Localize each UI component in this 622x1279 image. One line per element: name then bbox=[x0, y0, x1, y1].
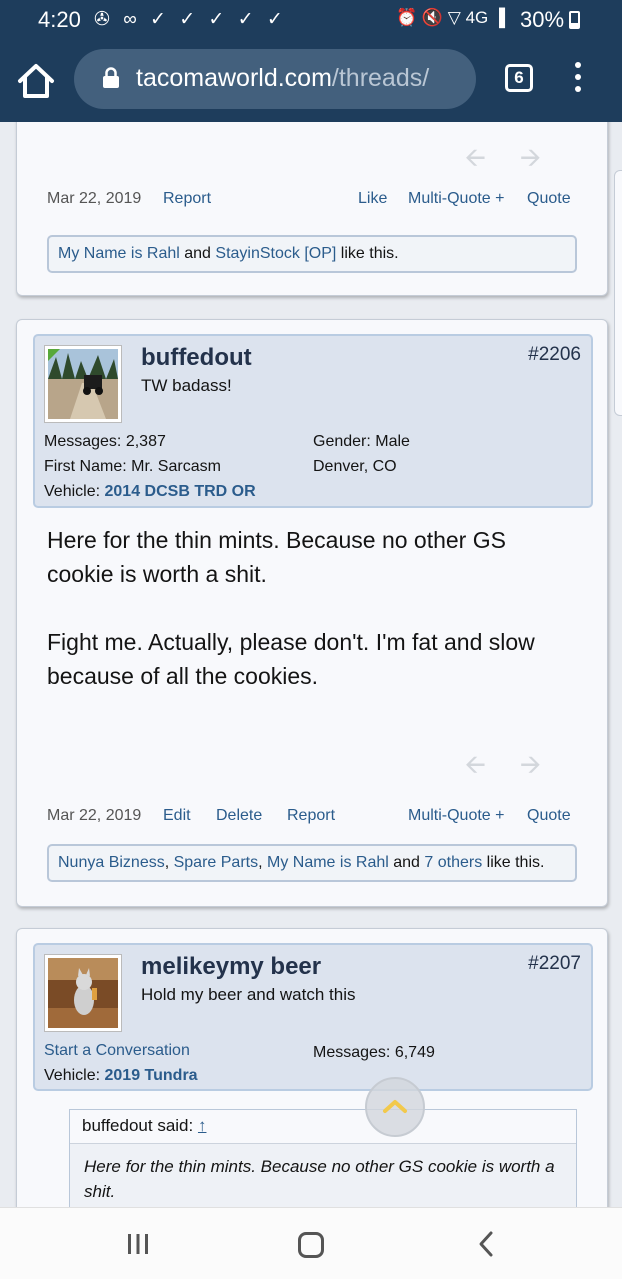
lock-icon bbox=[102, 67, 120, 89]
post-number-link[interactable]: #2206 bbox=[528, 344, 581, 366]
system-status-icons: ⏰ 🔇 ▽ 4G ▐ bbox=[396, 8, 506, 27]
stat-value: Mr. Sarcasm bbox=[131, 458, 221, 475]
post-card: buffedout TW badass! #2206 Messages: 2,3… bbox=[16, 319, 608, 907]
liker-link[interactable]: My Name is Rahl bbox=[58, 245, 180, 262]
likes-summary: My Name is Rahl and StayinStock [OP] lik… bbox=[47, 235, 577, 273]
arrow-left-icon[interactable]: 🡨 bbox=[465, 142, 520, 172]
url-path: /threads/ bbox=[331, 64, 430, 92]
liker-link[interactable]: Nunya Bizness bbox=[58, 854, 165, 871]
overflow-menu-icon[interactable] bbox=[570, 62, 586, 98]
arrow-right-icon[interactable]: 🡪 bbox=[520, 749, 575, 779]
user-stat-gender: Gender: Male bbox=[313, 433, 410, 451]
delete-link[interactable]: Delete bbox=[216, 807, 262, 825]
quote-text: Here for the thin mints. Because no othe… bbox=[84, 1157, 555, 1201]
stat-value: 2,387 bbox=[125, 433, 166, 450]
likes-text: and bbox=[179, 245, 216, 262]
stat-label: Vehicle: bbox=[44, 483, 101, 500]
stat-label: Vehicle: bbox=[44, 1067, 101, 1084]
post-footer: Mar 22, 2019 Edit Delete Report Multi-Qu… bbox=[47, 807, 573, 829]
vehicle-link[interactable]: 2019 Tundra bbox=[105, 1067, 198, 1084]
stat-value: 6,749 bbox=[394, 1044, 435, 1061]
home-nav-icon[interactable] bbox=[298, 1232, 324, 1258]
quoted-post: buffedout said: ↑ Here for the thin mint… bbox=[69, 1109, 577, 1207]
quote-link[interactable]: Quote bbox=[527, 190, 571, 208]
user-info-block: melikeymy beer Hold my beer and watch th… bbox=[33, 943, 593, 1091]
thread-content[interactable]: 🡨🡪 Mar 22, 2019 Report Like Multi-Quote … bbox=[0, 122, 622, 1207]
post-nav-arrows[interactable]: 🡨🡪 bbox=[465, 746, 575, 790]
post-footer: Mar 22, 2019 Report Like Multi-Quote + Q… bbox=[47, 190, 573, 212]
user-title: TW badass! bbox=[141, 376, 232, 395]
user-stat-vehicle: Vehicle: 2014 DCSB TRD OR bbox=[44, 483, 256, 501]
user-stat-messages: Messages: 2,387 bbox=[44, 433, 166, 451]
url-text: tacomaworld.com/threads/ bbox=[136, 64, 429, 93]
tab-switcher-button[interactable]: 6 bbox=[505, 64, 533, 92]
likes-text: , bbox=[164, 854, 174, 871]
likes-text: and bbox=[388, 854, 425, 871]
multiquote-link[interactable]: Multi-Quote + bbox=[408, 807, 504, 825]
user-info-block: buffedout TW badass! #2206 Messages: 2,3… bbox=[33, 334, 593, 508]
stat-label: Messages: bbox=[44, 433, 122, 450]
avatar[interactable] bbox=[44, 345, 122, 423]
report-link[interactable]: Report bbox=[163, 190, 211, 208]
stat-label: First Name: bbox=[44, 458, 127, 475]
home-icon[interactable] bbox=[16, 62, 56, 100]
start-conversation-label[interactable]: Start a Conversation bbox=[44, 1042, 190, 1059]
browser-toolbar: tacomaworld.com/threads/ 6 bbox=[0, 42, 622, 122]
likes-others-link[interactable]: 7 others bbox=[424, 854, 482, 871]
edit-link[interactable]: Edit bbox=[163, 807, 191, 825]
quote-jump-icon[interactable]: ↑ bbox=[198, 1116, 207, 1135]
sidebar-peek bbox=[614, 170, 622, 416]
post-paragraph: Fight me. Actually, please don't. I'm fa… bbox=[47, 629, 535, 689]
scroll-to-top-button[interactable] bbox=[365, 1077, 425, 1137]
post-card: 🡨🡪 Mar 22, 2019 Report Like Multi-Quote … bbox=[16, 122, 608, 296]
stat-label: Gender: bbox=[313, 433, 371, 450]
report-link[interactable]: Report bbox=[287, 807, 335, 825]
username-link[interactable]: buffedout bbox=[141, 344, 252, 372]
status-time: 4:20 bbox=[38, 7, 81, 32]
quote-header: buffedout said: ↑ bbox=[70, 1110, 576, 1144]
likes-summary: Nunya Bizness, Spare Parts, My Name is R… bbox=[47, 844, 577, 882]
quote-link[interactable]: Quote bbox=[527, 807, 571, 825]
user-location: Denver, CO bbox=[313, 458, 397, 475]
liker-link[interactable]: My Name is Rahl bbox=[267, 854, 389, 871]
system-nav-bar bbox=[0, 1207, 622, 1279]
post-date: Mar 22, 2019 bbox=[47, 190, 142, 207]
post-date: Mar 22, 2019 bbox=[47, 807, 142, 824]
stat-value: Male bbox=[375, 433, 410, 450]
username-link[interactable]: melikeymy beer bbox=[141, 953, 321, 981]
vehicle-link[interactable]: 2014 DCSB TRD OR bbox=[105, 483, 256, 500]
post-nav-arrows[interactable]: 🡨🡪 bbox=[465, 139, 575, 183]
likes-text: , bbox=[258, 854, 267, 871]
back-nav-icon[interactable] bbox=[476, 1230, 496, 1258]
stat-label: Messages: bbox=[313, 1044, 391, 1061]
url-domain: tacomaworld.com bbox=[136, 64, 332, 92]
url-bar[interactable]: tacomaworld.com/threads/ bbox=[74, 49, 476, 109]
user-stat-vehicle: Vehicle: 2019 Tundra bbox=[44, 1067, 198, 1085]
like-link[interactable]: Like bbox=[358, 190, 387, 208]
quote-author: buffedout said: bbox=[82, 1116, 194, 1135]
battery-icon bbox=[569, 11, 580, 29]
liker-link[interactable]: Spare Parts bbox=[174, 854, 258, 871]
post-number-link[interactable]: #2207 bbox=[528, 953, 581, 975]
battery-percent: 30% bbox=[520, 7, 565, 32]
likes-text: like this. bbox=[336, 245, 399, 262]
multiquote-link[interactable]: Multi-Quote + bbox=[408, 190, 504, 208]
post-card: melikeymy beer Hold my beer and watch th… bbox=[16, 928, 608, 1207]
arrow-right-icon[interactable]: 🡪 bbox=[520, 142, 575, 172]
post-message: Here for the thin mints. Because no othe… bbox=[47, 523, 577, 693]
liker-link[interactable]: StayinStock [OP] bbox=[215, 245, 336, 262]
start-conversation-link[interactable]: Start a Conversation bbox=[44, 1042, 190, 1060]
user-stat-first-name: First Name: Mr. Sarcasm bbox=[44, 458, 221, 476]
likes-text: like this. bbox=[482, 854, 545, 871]
notification-icons: ✇ ∞ ✓ ✓ ✓ ✓ ✓ bbox=[94, 9, 287, 30]
user-stat-messages: Messages: 6,749 bbox=[313, 1044, 435, 1062]
post-paragraph: Here for the thin mints. Because no othe… bbox=[47, 527, 506, 587]
recent-apps-icon[interactable] bbox=[126, 1233, 150, 1255]
user-title: Hold my beer and watch this bbox=[141, 985, 356, 1004]
arrow-left-icon[interactable]: 🡨 bbox=[465, 749, 520, 779]
avatar[interactable] bbox=[44, 954, 122, 1032]
status-bar: 4:20 ✇ ∞ ✓ ✓ ✓ ✓ ✓ ⏰ 🔇 ▽ 4G ▐ 30% bbox=[0, 0, 622, 42]
